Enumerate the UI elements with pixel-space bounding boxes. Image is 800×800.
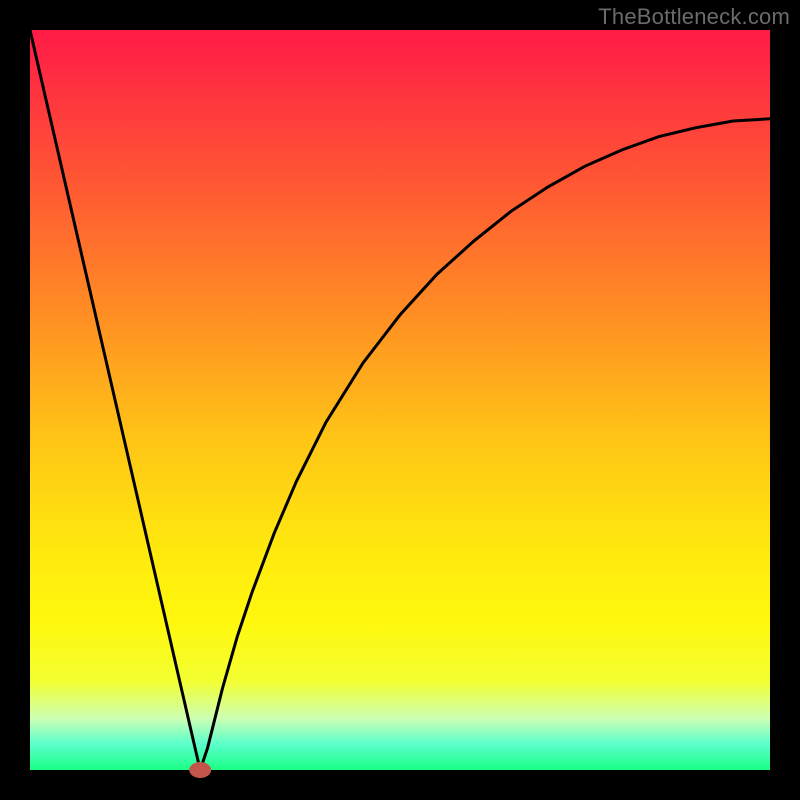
bottleneck-chart bbox=[0, 0, 800, 800]
watermark-text: TheBottleneck.com bbox=[598, 4, 790, 30]
chart-frame: TheBottleneck.com bbox=[0, 0, 800, 800]
plot-background bbox=[30, 30, 770, 770]
optimal-point-marker bbox=[189, 762, 211, 778]
